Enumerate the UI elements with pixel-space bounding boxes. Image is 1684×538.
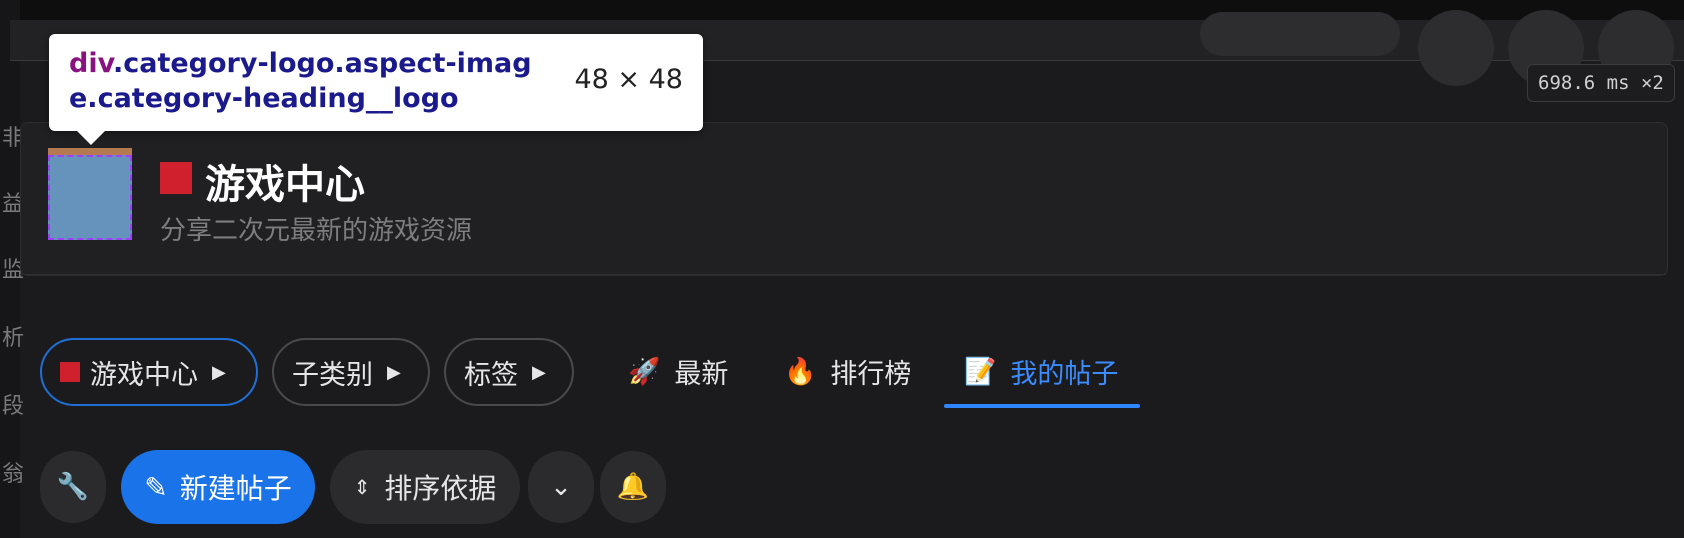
sort-button[interactable]: ⇕ 排序依据 — [330, 450, 520, 524]
category-logo — [48, 148, 132, 240]
category-description: 分享二次元最新的游戏资源 — [160, 216, 473, 246]
category-color-square — [60, 362, 80, 382]
new-topic-button[interactable]: ✎ 新建帖子 — [121, 450, 315, 524]
header-search-pill[interactable] — [1200, 12, 1400, 56]
sort-icon: ⇕ — [353, 475, 371, 499]
new-topic-label: 新建帖子 — [179, 472, 292, 505]
nav-latest[interactable]: 🚀 最新 — [628, 352, 728, 391]
subcategory-filter-label: 子类别 — [292, 359, 373, 391]
sidebar-char: 段 — [2, 394, 25, 419]
category-filter-dropdown[interactable]: 游戏中心 ▶ — [40, 338, 258, 406]
tooltip-selector-classes: .category-logo.aspect-image.category-hea… — [69, 48, 532, 114]
caret-right-icon: ▶ — [532, 361, 546, 383]
chevron-down-icon: ⌄ — [550, 472, 572, 502]
rocket-icon: 🚀 — [628, 356, 661, 387]
nav-my-posts[interactable]: 📝 我的帖子 — [964, 352, 1118, 391]
inspector-highlight — [48, 155, 132, 240]
nav-latest-label: 最新 — [674, 359, 729, 390]
wrench-icon: 🔧 — [56, 472, 90, 502]
devtools-timing-badge: 698.6 ms ×2 — [1527, 64, 1675, 102]
devtools-element-tooltip: div.category-logo.aspect-image.category-… — [49, 34, 703, 145]
notification-button[interactable]: 🔔 — [600, 451, 666, 523]
pencil-icon: ✎ — [144, 470, 168, 504]
sidebar-char: 析 — [2, 326, 25, 351]
sidebar-char: 翁 — [2, 462, 25, 487]
divider — [20, 274, 1666, 275]
tag-filter-dropdown[interactable]: 标签 ▶ — [444, 338, 574, 406]
nav-my-posts-label: 我的帖子 — [1010, 359, 1119, 390]
tooltip-selector-tag: div — [69, 48, 113, 79]
caret-right-icon: ▶ — [387, 361, 401, 383]
fire-icon: 🔥 — [784, 356, 817, 387]
category-title: 游戏中心 — [205, 162, 365, 208]
left-sidebar-edge: 非 益 监 析 段 翁 — [0, 0, 24, 538]
tooltip-dimensions: 48 × 48 — [574, 64, 683, 95]
category-color-badge — [160, 162, 192, 194]
caret-right-icon: ▶ — [212, 361, 226, 383]
chevron-down-button[interactable]: ⌄ — [528, 451, 594, 523]
document-icon: 📝 — [964, 356, 997, 387]
nav-top[interactable]: 🔥 排行榜 — [784, 352, 911, 391]
header-search-button[interactable] — [1418, 10, 1494, 86]
bell-icon: 🔔 — [616, 472, 650, 502]
sort-label: 排序依据 — [384, 472, 497, 505]
active-tab-underline — [944, 404, 1140, 408]
wrench-button[interactable]: 🔧 — [40, 451, 106, 523]
tooltip-selector: div.category-logo.aspect-image.category-… — [69, 46, 559, 116]
browser-topbar — [0, 0, 1684, 20]
category-filter-label: 游戏中心 — [90, 359, 198, 391]
tag-filter-label: 标签 — [464, 359, 518, 391]
nav-top-label: 排行榜 — [830, 359, 912, 390]
subcategory-filter-dropdown[interactable]: 子类别 ▶ — [272, 338, 430, 406]
